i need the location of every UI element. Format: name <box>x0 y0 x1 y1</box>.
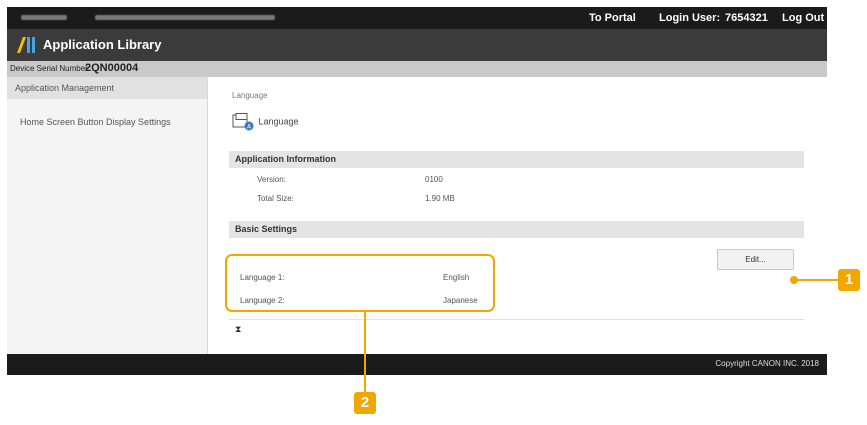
section-title: Application Information <box>235 154 336 164</box>
serial-value: 2QN00004 <box>85 62 139 74</box>
language-app-icon: A <box>232 113 254 131</box>
total-size-label: Total Size: <box>257 194 294 203</box>
copyright-text: Copyright CANON INC. 2018 <box>715 359 819 368</box>
application-name: Language <box>258 116 299 127</box>
login-user-label: Login User: <box>659 12 721 24</box>
top-bar: To Portal Login User: 7654321 Log Out <box>7 7 827 29</box>
sidebar: Application Management Home Screen Butto… <box>7 77 208 354</box>
to-portal-link[interactable]: To Portal <box>589 12 636 24</box>
edit-button[interactable]: Edit... <box>717 249 794 270</box>
sidebar-item-label: Application Management <box>15 83 115 93</box>
sidebar-item-label: Home Screen Button Display Settings <box>20 117 171 127</box>
sidebar-item-application-management[interactable]: Application Management <box>7 77 207 99</box>
callout-leader-line <box>794 279 838 281</box>
login-user-value: 7654321 <box>725 12 768 24</box>
title-bar: Application Library <box>7 29 827 61</box>
application-name-row: A Language <box>232 113 299 131</box>
footer: Copyright CANON INC. 2018 <box>7 354 827 375</box>
main-content: Language A Language Application Informat… <box>207 77 827 354</box>
browser-window: To Portal Login User: 7654321 Log Out Ap… <box>7 7 827 375</box>
divider <box>229 319 804 320</box>
version-label: Version: <box>257 175 286 184</box>
log-out-link[interactable]: Log Out <box>782 12 824 24</box>
app-library-logo-icon <box>17 37 35 53</box>
version-value: 0100 <box>425 175 443 184</box>
callout-highlight-language-settings <box>225 254 495 312</box>
app-title: Application Library <box>43 37 162 52</box>
callout-leader-line <box>364 312 366 392</box>
callout-badge-2: 2 <box>354 392 376 414</box>
device-serial-bar: Device Serial Number: 2QN00004 <box>7 61 827 77</box>
serial-label: Device Serial Number: <box>10 64 91 73</box>
blurred-url-segment <box>95 15 275 20</box>
callout-badge-1: 1 <box>838 269 860 291</box>
section-title: Basic Settings <box>235 224 298 234</box>
blurred-url-segment <box>21 15 67 20</box>
page-header-label: Language <box>232 91 268 100</box>
hourglass-icon: ⧗ <box>235 324 242 334</box>
total-size-value: 1.90 MB <box>425 194 455 203</box>
section-header-basic-settings: Basic Settings <box>229 221 804 238</box>
section-header-application-information: Application Information <box>229 151 804 168</box>
